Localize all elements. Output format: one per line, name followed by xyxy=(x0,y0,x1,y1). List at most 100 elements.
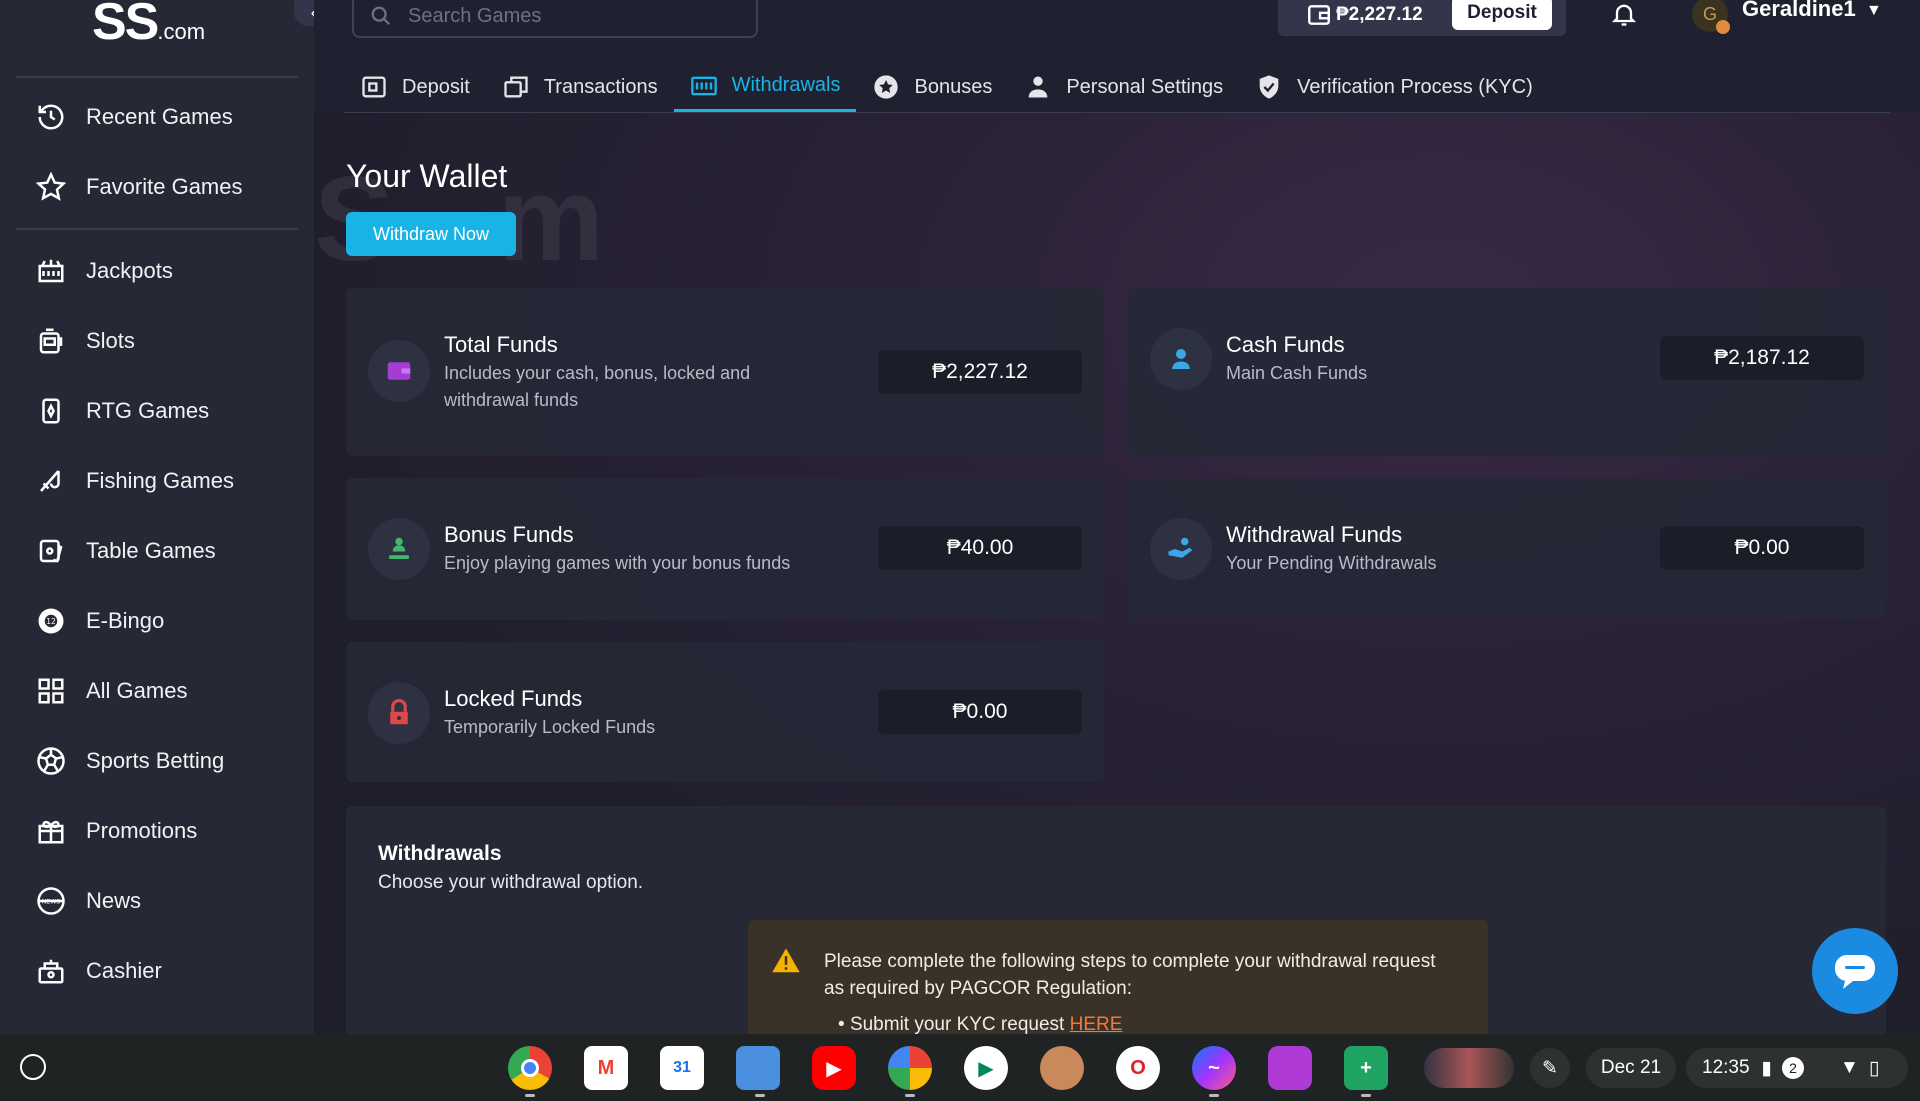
live-chat-button[interactable] xyxy=(1812,928,1898,1014)
sidebar-item-all-games[interactable]: All Games xyxy=(16,666,298,716)
messenger-icon[interactable]: ~ xyxy=(1192,1046,1236,1090)
sidebar-item-cashier[interactable]: Cashier xyxy=(16,946,298,996)
date-display[interactable]: Dec 21 xyxy=(1586,1048,1676,1088)
stylus-icon[interactable]: ✎ xyxy=(1530,1048,1570,1088)
search-input[interactable]: Search Games xyxy=(352,0,758,38)
card-subtitle: Main Cash Funds xyxy=(1226,363,1368,383)
battery-icon: ▯ xyxy=(1868,1057,1880,1079)
bingo-ball-icon: 12 xyxy=(34,604,68,638)
site-logo[interactable]: SS.com xyxy=(92,0,205,52)
wifi-icon: ▼ xyxy=(1840,1057,1859,1078)
tray-thumbnail[interactable] xyxy=(1424,1048,1514,1088)
status-tray[interactable]: 12:35 ▮ 2 ▼ ▯ xyxy=(1686,1048,1908,1088)
card-title: Cash Funds xyxy=(1226,332,1345,357)
sidebar-item-jackpots[interactable]: Jackpots xyxy=(16,246,298,296)
photos-icon[interactable] xyxy=(888,1046,932,1090)
running-indicator xyxy=(905,1094,915,1097)
fishing-icon xyxy=(34,464,68,498)
account-tabs: Deposit Transactions Withdrawals Bonuses… xyxy=(344,62,1549,114)
launcher-icon[interactable] xyxy=(20,1054,46,1080)
user-icon xyxy=(1028,76,1048,98)
gmail-icon[interactable]: M xyxy=(584,1046,628,1090)
page-title: Your Wallet xyxy=(346,158,508,194)
kyc-warning-alert: Please complete the following steps to c… xyxy=(748,920,1488,1034)
star-icon xyxy=(34,170,68,204)
chevron-down-icon[interactable]: ▼ xyxy=(1866,2,1882,20)
sidebar-item-sports-betting[interactable]: Sports Betting xyxy=(16,736,298,786)
card-title: Bonus Funds xyxy=(444,522,574,547)
transactions-icon xyxy=(504,76,528,98)
files-icon[interactable] xyxy=(736,1046,780,1090)
calendar-icon[interactable]: 31 xyxy=(660,1046,704,1090)
sidebar-item-recent-games[interactable]: Recent Games xyxy=(16,92,298,142)
sidebar-divider xyxy=(16,76,298,78)
youtube-icon[interactable]: ▶ xyxy=(812,1046,856,1090)
header-deposit-button[interactable]: Deposit xyxy=(1452,0,1552,30)
svg-text:NEWS: NEWS xyxy=(42,899,61,906)
cash-funds-value: ₱2,187.12 xyxy=(1660,336,1864,380)
sidebar-item-slots[interactable]: Slots xyxy=(16,316,298,366)
svg-text:12: 12 xyxy=(46,617,56,626)
main-content: Search Games ₱2,227.12 Deposit G Geraldi… xyxy=(314,0,1920,1034)
hand-money-icon xyxy=(1150,518,1212,580)
cash-funds-card: Cash Funds Main Cash Funds ₱2,187.12 xyxy=(1128,288,1886,456)
sidebar-item-table-games[interactable]: Table Games xyxy=(16,526,298,576)
avatar[interactable]: G xyxy=(1692,0,1730,34)
sidebar-item-fishing-games[interactable]: Fishing Games xyxy=(16,456,298,506)
total-funds-card: Total Funds Includes your cash, bonus, l… xyxy=(346,288,1104,456)
sheets-icon[interactable]: + xyxy=(1344,1046,1388,1090)
opera-icon[interactable]: O xyxy=(1116,1046,1160,1090)
sidebar-item-rtg-games[interactable]: RTG Games xyxy=(16,386,298,436)
tab-transactions[interactable]: Transactions xyxy=(486,62,674,112)
tab-personal-settings[interactable]: Personal Settings xyxy=(1008,62,1239,112)
running-indicator xyxy=(1361,1094,1371,1097)
wallet-icon xyxy=(362,76,386,98)
wallet-icon xyxy=(1308,5,1330,25)
section-subtitle: Choose your withdrawal option. xyxy=(378,872,644,893)
atm-icon xyxy=(690,76,717,95)
sidebar-item-label: News xyxy=(86,888,142,913)
table-games-icon xyxy=(34,534,68,568)
app-icon[interactable] xyxy=(1040,1046,1084,1090)
news-icon: NEWS xyxy=(34,884,68,918)
tab-deposit[interactable]: Deposit xyxy=(344,62,486,112)
sidebar-item-label: Table Games xyxy=(86,538,216,563)
username[interactable]: Geraldine1 xyxy=(1742,0,1856,22)
shield-check-icon xyxy=(1259,75,1279,99)
sidebar-item-label: Promotions xyxy=(86,818,198,843)
card-subtitle: Includes your cash, bonus, locked and wi… xyxy=(444,363,751,410)
sidebar-item-label: Sports Betting xyxy=(86,748,225,773)
alert-list-item: • Submit your KYC request HERE xyxy=(838,1014,1123,1034)
sidebar-item-e-bingo[interactable]: 12 E-Bingo xyxy=(16,596,298,646)
gift-icon xyxy=(34,814,68,848)
jackpot-icon xyxy=(34,254,68,288)
withdrawal-funds-card: Withdrawal Funds Your Pending Withdrawal… xyxy=(1128,478,1886,620)
sidebar-item-news[interactable]: NEWS News xyxy=(16,876,298,926)
total-funds-value: ₱2,227.12 xyxy=(878,350,1082,394)
withdraw-now-button[interactable]: Withdraw Now xyxy=(346,212,516,256)
kyc-here-link[interactable]: HERE xyxy=(1070,1014,1123,1034)
sidebar-item-label: Cashier xyxy=(86,958,162,983)
play-store-icon[interactable]: ▶ xyxy=(964,1046,1008,1090)
chrome-icon[interactable] xyxy=(508,1046,552,1090)
bell-icon[interactable] xyxy=(1610,0,1638,28)
sidebar-item-label: Slots xyxy=(86,328,135,353)
sidebar-item-promotions[interactable]: Promotions xyxy=(16,806,298,856)
lock-icon xyxy=(368,682,430,744)
balance-amount: ₱2,227.12 xyxy=(1336,4,1423,25)
app-icon[interactable] xyxy=(1268,1046,1312,1090)
locked-funds-card: Locked Funds Temporarily Locked Funds ₱0… xyxy=(346,642,1104,782)
os-taskbar: M 31 ▶ ▶ O ~ + ✎ Dec 21 12:35 ▮ 2 ▼ ▯ xyxy=(0,1034,1920,1101)
cards-icon xyxy=(34,394,68,428)
tab-bonuses[interactable]: Bonuses xyxy=(856,62,1008,112)
chat-bubble-icon xyxy=(1835,955,1875,989)
bonus-funds-value: ₱40.00 xyxy=(878,526,1082,570)
sidebar-item-favorite-games[interactable]: Favorite Games xyxy=(16,162,298,212)
avatar-badge xyxy=(1716,20,1730,34)
tab-kyc-verification[interactable]: Verification Process (KYC) xyxy=(1239,62,1549,112)
cashier-icon xyxy=(34,954,68,988)
sidebar-item-label: Recent Games xyxy=(86,104,233,129)
running-indicator xyxy=(525,1094,535,1097)
tab-withdrawals[interactable]: Withdrawals xyxy=(673,62,857,112)
bonus-funds-card: Bonus Funds Enjoy playing games with you… xyxy=(346,478,1104,620)
